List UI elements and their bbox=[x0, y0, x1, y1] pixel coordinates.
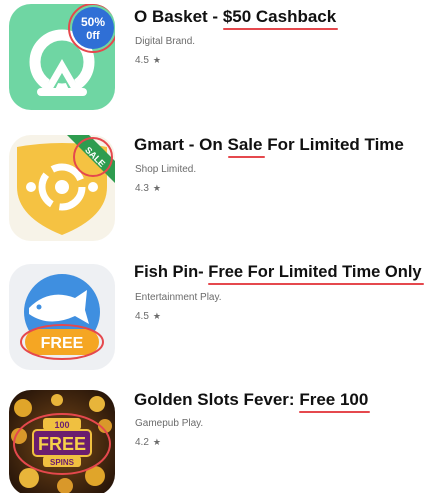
title-tail: For Limited Time bbox=[262, 135, 404, 154]
fish-icon[interactable]: FREE bbox=[9, 264, 115, 370]
app-list: 50% 0ff O Basket - $50 Cashback Digital … bbox=[0, 0, 426, 493]
list-item[interactable]: FREE Fish Pin- Free For Limited Time Onl… bbox=[0, 255, 426, 375]
coins-icon[interactable]: 100 FREE SPINS bbox=[9, 390, 115, 493]
basket-logo-icon[interactable]: 50% 0ff bbox=[9, 4, 115, 110]
rating-value: 4.5 bbox=[135, 55, 149, 66]
developer-name: Shop Limited. bbox=[135, 164, 197, 175]
star-icon: ★ bbox=[152, 55, 161, 65]
title-highlight: Free For Limited Time Only bbox=[208, 263, 424, 285]
app-title[interactable]: Fish Pin- Free For Limited Time Only bbox=[134, 263, 424, 285]
title-main: O Basket - bbox=[134, 7, 223, 26]
discount-badge-line2: 0ff bbox=[86, 30, 100, 42]
app-rating: 4.5 ★ bbox=[135, 311, 161, 322]
developer-name: Digital Brand. bbox=[135, 36, 196, 47]
list-item[interactable]: 50% 0ff O Basket - $50 Cashback Digital … bbox=[0, 0, 426, 120]
app-rating: 4.3 ★ bbox=[135, 183, 161, 194]
title-highlight: Free 100 bbox=[299, 390, 371, 413]
discount-badge-line1: 50% bbox=[81, 15, 105, 29]
app-title[interactable]: Gmart - On Sale For Limited Time bbox=[134, 135, 404, 158]
spins-label: SPINS bbox=[50, 458, 75, 467]
app-title[interactable]: O Basket - $50 Cashback bbox=[134, 7, 339, 30]
list-item[interactable]: SALE Gmart - On Sale For Limited Time Sh… bbox=[0, 125, 426, 245]
title-main: Gmart - On bbox=[134, 135, 228, 154]
shield-logo-icon[interactable]: SALE bbox=[9, 135, 115, 241]
app-rating: 4.5 ★ bbox=[135, 55, 161, 66]
star-icon: ★ bbox=[152, 183, 161, 193]
spins-count: 100 bbox=[54, 420, 69, 430]
free-badge: FREE bbox=[41, 335, 84, 352]
list-item[interactable]: 100 FREE SPINS Golden Slots Fever: Free … bbox=[0, 385, 426, 493]
app-title[interactable]: Golden Slots Fever: Free 100 bbox=[134, 390, 371, 413]
developer-name: Entertainment Play. bbox=[135, 292, 222, 303]
rating-value: 4.2 bbox=[135, 437, 149, 448]
rating-value: 4.3 bbox=[135, 183, 149, 194]
title-highlight: Sale bbox=[227, 135, 265, 158]
free-badge: FREE bbox=[38, 434, 86, 454]
title-main: Fish Pin- bbox=[134, 263, 209, 281]
star-icon: ★ bbox=[152, 311, 161, 321]
developer-name: Gamepub Play. bbox=[135, 418, 204, 429]
title-highlight: $50 Cashback bbox=[222, 7, 339, 30]
rating-value: 4.5 bbox=[135, 311, 149, 322]
star-icon: ★ bbox=[152, 437, 161, 447]
app-rating: 4.2 ★ bbox=[135, 437, 161, 448]
title-main: Golden Slots Fever: bbox=[134, 390, 300, 409]
